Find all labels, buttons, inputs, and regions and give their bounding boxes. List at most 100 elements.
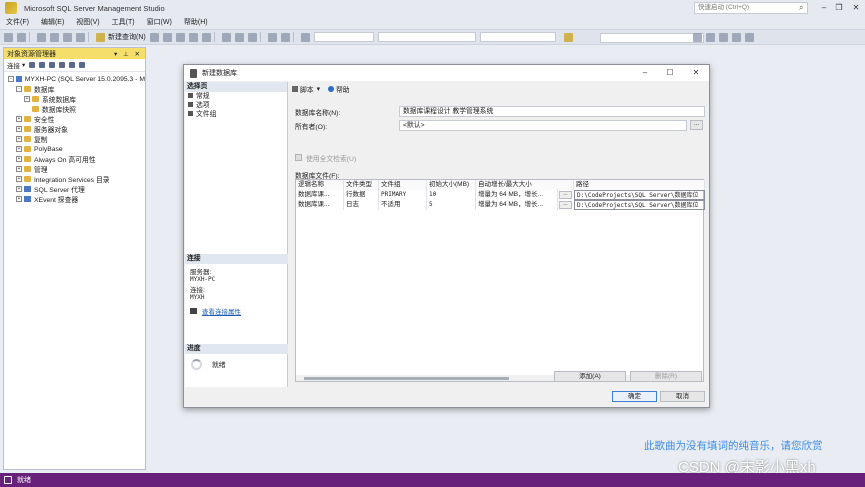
tree-node[interactable]: - 数据库 bbox=[4, 84, 145, 94]
tree-node[interactable]: - MYXH-PC (SQL Server 15.0.2095.3 - M bbox=[4, 74, 145, 84]
query-icon[interactable] bbox=[188, 32, 198, 42]
menu-tools[interactable]: 工具(T) bbox=[106, 16, 141, 29]
path-cell[interactable]: D:\CodeProjects\SQL Server\数据库位 bbox=[574, 200, 705, 210]
new-project-icon[interactable] bbox=[37, 32, 46, 42]
connect-icon[interactable] bbox=[29, 62, 36, 68]
find-combo[interactable] bbox=[600, 33, 704, 43]
expand-icon[interactable]: + bbox=[24, 96, 30, 102]
find-icon[interactable] bbox=[563, 32, 573, 42]
column-header[interactable]: 路径 bbox=[574, 180, 705, 190]
wrench-icon[interactable] bbox=[705, 32, 715, 42]
remove-button[interactable]: 删除(R) bbox=[630, 371, 702, 382]
menu-view[interactable]: 视图(V) bbox=[70, 16, 105, 29]
search-icon[interactable]: ⌕ bbox=[799, 3, 803, 13]
initial-size-cell[interactable]: 10 bbox=[427, 190, 476, 200]
help-button[interactable]: 帮助 bbox=[336, 84, 350, 94]
logical-name-cell[interactable]: 数据库课... bbox=[296, 190, 344, 200]
menu-edit[interactable]: 编辑(E) bbox=[35, 16, 70, 29]
query-icon[interactable] bbox=[201, 32, 211, 42]
column-header[interactable]: 逻辑名称 bbox=[296, 180, 344, 190]
expand-icon[interactable]: + bbox=[16, 146, 22, 152]
tree-node[interactable]: + Integration Services 目录 bbox=[4, 174, 145, 184]
tree-node[interactable]: + Always On 高可用性 bbox=[4, 154, 145, 164]
logical-name-cell[interactable]: 数据库课... bbox=[296, 200, 344, 210]
owner-browse-button[interactable]: ... bbox=[690, 120, 703, 130]
table-row[interactable]: 数据库课... 日志 不适用 5 增量为 64 MB，增长... ... D:\… bbox=[296, 200, 705, 210]
expand-icon[interactable]: + bbox=[16, 116, 22, 122]
activity-icon[interactable] bbox=[79, 62, 86, 68]
expand-icon[interactable]: + bbox=[16, 186, 22, 192]
window-layout-icon[interactable] bbox=[731, 32, 741, 42]
back-icon[interactable] bbox=[4, 32, 13, 42]
minimize-icon[interactable]: – bbox=[639, 67, 651, 79]
column-header[interactable]: 文件类型 bbox=[344, 180, 379, 190]
autogrowth-browse-button[interactable]: ... bbox=[559, 201, 572, 209]
path-cell[interactable]: D:\CodeProjects\SQL Server\数据库位 bbox=[574, 190, 705, 200]
maximize-icon[interactable]: ☐ bbox=[664, 67, 676, 79]
expand-icon[interactable]: + bbox=[16, 196, 22, 202]
menu-file[interactable]: 文件(F) bbox=[0, 16, 35, 29]
column-header[interactable]: 初始大小(MB) bbox=[427, 180, 476, 190]
database-combo[interactable] bbox=[313, 32, 374, 42]
view-connection-properties-link[interactable]: 查看连接属性 bbox=[185, 306, 288, 316]
close-icon[interactable]: ✕ bbox=[690, 67, 702, 79]
add-button[interactable]: 添加(A) bbox=[554, 371, 626, 382]
minimize-icon[interactable]: – bbox=[817, 2, 831, 14]
query-icon[interactable] bbox=[149, 32, 159, 42]
tree-node[interactable]: 数据库快照 bbox=[4, 104, 145, 114]
execute-icon[interactable] bbox=[300, 32, 310, 42]
panel-pin-close-icons[interactable]: ▾ ⊥ ✕ bbox=[114, 50, 142, 58]
new-query-icon[interactable] bbox=[96, 32, 105, 42]
solution-config-combo[interactable] bbox=[377, 32, 476, 42]
autogrowth-browse-button[interactable]: ... bbox=[559, 191, 572, 199]
undo-icon[interactable] bbox=[267, 32, 277, 42]
forward-icon[interactable] bbox=[17, 32, 26, 42]
properties-icon[interactable] bbox=[692, 32, 702, 42]
filegroup-cell[interactable]: 不适用 bbox=[379, 200, 427, 210]
expand-icon[interactable]: + bbox=[16, 176, 22, 182]
toolbox-icon[interactable] bbox=[718, 32, 728, 42]
script-button[interactable]: 脚本 bbox=[300, 84, 314, 94]
page-options[interactable]: 选项 bbox=[185, 101, 287, 110]
expand-icon[interactable]: + bbox=[16, 126, 22, 132]
query-icon[interactable] bbox=[175, 32, 185, 42]
scrollbar-thumb[interactable] bbox=[304, 377, 509, 380]
filegroup-cell[interactable]: PRIMARY bbox=[379, 190, 427, 200]
expand-icon[interactable]: + bbox=[16, 166, 22, 172]
paste-icon[interactable] bbox=[247, 32, 257, 42]
expand-icon[interactable]: + bbox=[16, 136, 22, 142]
fulltext-checkbox[interactable] bbox=[295, 154, 302, 161]
open-file-icon[interactable] bbox=[50, 32, 59, 42]
column-header[interactable]: 文件组 bbox=[379, 180, 427, 190]
tree-node[interactable]: + SQL Server 代理 bbox=[4, 184, 145, 194]
column-header[interactable]: 自动增长/最大大小 bbox=[476, 180, 574, 190]
table-row[interactable]: 数据库课... 行数据 PRIMARY 10 增量为 64 MB，增长... .… bbox=[296, 190, 705, 200]
filter-icon[interactable] bbox=[59, 62, 66, 68]
overflow-icon[interactable] bbox=[744, 32, 754, 42]
dropdown-icon[interactable]: ▾ bbox=[22, 61, 25, 69]
redo-icon[interactable] bbox=[280, 32, 290, 42]
ok-button[interactable]: 确定 bbox=[612, 391, 657, 402]
file-type-cell[interactable]: 日志 bbox=[344, 200, 379, 210]
tree-node[interactable]: + 服务器对象 bbox=[4, 124, 145, 134]
menu-window[interactable]: 窗口(W) bbox=[141, 16, 178, 29]
menu-help[interactable]: 帮助(H) bbox=[178, 16, 214, 29]
file-type-cell[interactable]: 行数据 bbox=[344, 190, 379, 200]
disconnect-icon[interactable] bbox=[39, 62, 46, 68]
db-name-input[interactable]: 数据库课程设计 教学管理系统 bbox=[399, 106, 705, 117]
save-icon[interactable] bbox=[63, 32, 72, 42]
refresh-icon[interactable] bbox=[69, 62, 76, 68]
quick-launch-input[interactable]: 快速启动 (Ctrl+Q) bbox=[694, 2, 808, 14]
tree-node[interactable]: + 管理 bbox=[4, 164, 145, 174]
save-all-icon[interactable] bbox=[76, 32, 85, 42]
new-query-button[interactable]: 新建查询(N) bbox=[108, 32, 146, 42]
tree-node[interactable]: + PolyBase bbox=[4, 144, 145, 154]
initial-size-cell[interactable]: 5 bbox=[427, 200, 476, 210]
expand-icon[interactable]: + bbox=[16, 156, 22, 162]
tree-node[interactable]: + 复制 bbox=[4, 134, 145, 144]
collapse-icon[interactable]: - bbox=[8, 76, 14, 82]
page-filegroups[interactable]: 文件组 bbox=[185, 110, 287, 119]
cancel-button[interactable]: 取消 bbox=[660, 391, 705, 402]
stop-icon[interactable] bbox=[49, 62, 56, 68]
query-icon[interactable] bbox=[162, 32, 172, 42]
